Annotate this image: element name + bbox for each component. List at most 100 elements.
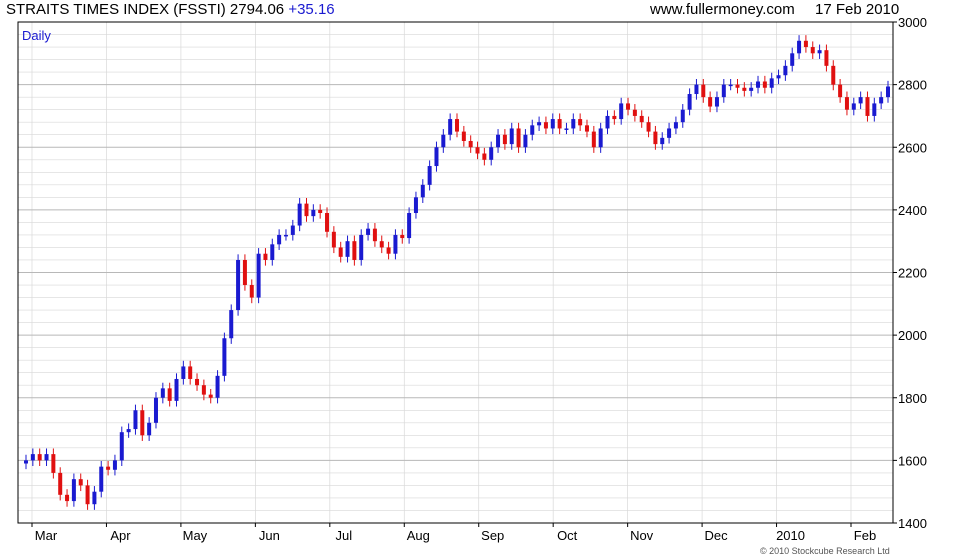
candle-body — [461, 131, 466, 141]
x-month-label: Oct — [557, 528, 578, 543]
candle-body — [660, 137, 665, 145]
candle-body — [537, 122, 542, 126]
candle-body — [263, 253, 268, 260]
candle-body — [256, 253, 261, 298]
candle-body — [441, 134, 446, 148]
candle-body — [598, 128, 603, 148]
candle-body — [78, 479, 83, 486]
candle-body — [886, 86, 890, 98]
candle-body — [37, 454, 42, 461]
candle-body — [756, 81, 761, 88]
candle-body — [858, 97, 863, 104]
candle-body — [290, 225, 295, 235]
candle-body — [824, 50, 829, 66]
candle-body — [619, 103, 624, 120]
chart-annotation: Daily — [22, 28, 51, 43]
x-month-label: Feb — [854, 528, 876, 543]
candle-body — [523, 134, 528, 148]
x-month-label: 2010 — [776, 528, 805, 543]
candle-body — [133, 410, 138, 430]
candle-body — [222, 338, 227, 376]
candle-body — [325, 213, 330, 232]
y-tick-label: 2400 — [898, 203, 927, 218]
candle-body — [407, 213, 412, 239]
candle-body — [249, 285, 254, 298]
y-tick-label: 3000 — [898, 15, 927, 30]
candle-body — [201, 385, 206, 395]
x-month-label: Aug — [407, 528, 430, 543]
candle-body — [229, 310, 234, 339]
candle-body — [496, 134, 501, 148]
candle-body — [270, 244, 275, 260]
y-tick-label: 1600 — [898, 453, 927, 468]
candle-body — [112, 460, 117, 470]
candle-body — [502, 134, 507, 145]
candle-body — [188, 366, 193, 379]
x-month-label: Sep — [481, 528, 504, 543]
candle-body — [578, 119, 583, 126]
candle-body — [851, 103, 856, 110]
y-tick-label: 2000 — [898, 328, 927, 343]
candle-body — [153, 397, 158, 423]
candle-body — [434, 147, 439, 167]
candle-body — [482, 153, 487, 160]
candle-body — [106, 466, 111, 470]
candle-body — [790, 53, 795, 66]
candle-body — [879, 97, 884, 104]
candle-body — [195, 378, 200, 386]
x-month-label: Nov — [630, 528, 654, 543]
candle-body — [379, 241, 384, 248]
candle-body — [516, 128, 521, 148]
candle-body — [749, 87, 754, 91]
candle-body — [803, 40, 808, 48]
candle-body — [24, 460, 28, 464]
copyright-credit: © 2010 Stockcube Research Ltd — [760, 546, 890, 556]
candle-body — [359, 234, 364, 260]
candle-body — [742, 87, 747, 91]
candle-body — [831, 65, 836, 85]
candle-body — [85, 485, 90, 505]
candle-body — [427, 166, 432, 185]
x-month-label: May — [183, 528, 208, 543]
candle-body — [797, 40, 802, 54]
candle-body — [160, 388, 165, 398]
candle-body — [215, 375, 220, 398]
candle-body — [51, 454, 56, 473]
candle-body — [345, 241, 350, 257]
x-month-label: Jul — [336, 528, 353, 543]
candle-body — [721, 84, 726, 98]
candle-body — [366, 228, 371, 235]
y-tick-label: 2200 — [898, 266, 927, 281]
candle-body — [58, 472, 63, 495]
candle-body — [65, 494, 70, 502]
y-tick-label: 2600 — [898, 140, 927, 155]
candle-body — [448, 119, 453, 135]
candle-body — [509, 128, 514, 145]
candle-body — [612, 115, 617, 120]
candle-body — [242, 259, 247, 286]
x-month-label: Apr — [110, 528, 131, 543]
candle-body — [769, 78, 774, 88]
candle-body — [318, 209, 323, 214]
candle-body — [468, 140, 473, 148]
candle-body — [817, 50, 822, 54]
candle-body — [667, 128, 672, 138]
candle-body — [30, 454, 35, 461]
candle-body — [44, 454, 49, 461]
candle-body — [99, 466, 104, 492]
price-chart: 1400 1600 1800 2000 2200 2400 2600 2800 3000 Mar A… — [17, 15, 927, 543]
candle-body — [167, 388, 172, 401]
candle-body — [626, 103, 631, 110]
candle-body — [865, 97, 870, 116]
candle-body — [455, 119, 459, 132]
candle-body — [119, 432, 124, 461]
candle-body — [71, 479, 76, 502]
candle-body — [646, 122, 651, 132]
candle-body — [393, 234, 398, 254]
candle-body — [838, 84, 843, 98]
candle-body — [338, 247, 343, 257]
candle-body — [283, 234, 288, 237]
candle-body — [872, 103, 877, 116]
candle-body — [352, 241, 357, 260]
candle-body — [639, 115, 644, 123]
